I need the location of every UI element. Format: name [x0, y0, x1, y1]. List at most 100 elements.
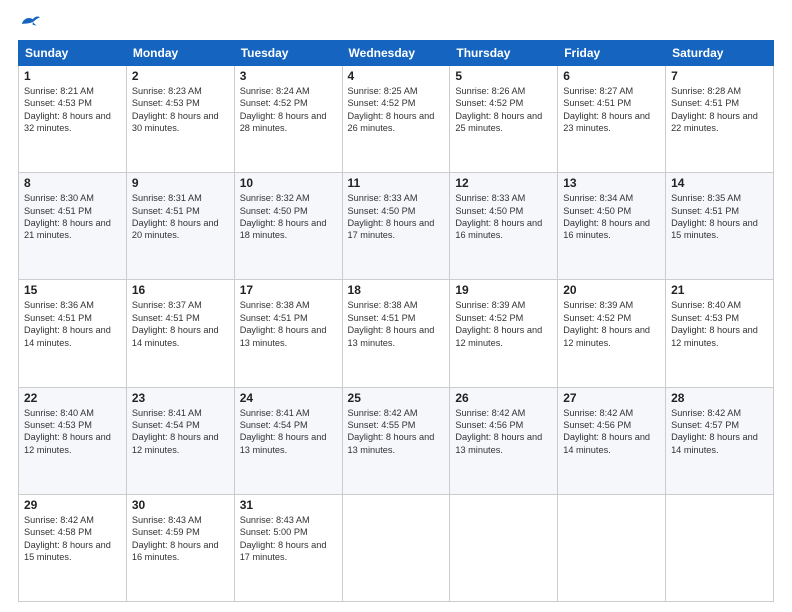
day-number: 21 — [671, 283, 768, 297]
day-cell-text: Sunrise: 8:37 AMSunset: 4:51 PMDaylight:… — [132, 300, 219, 347]
calendar-cell: 4Sunrise: 8:25 AMSunset: 4:52 PMDaylight… — [342, 66, 450, 173]
calendar-cell: 12Sunrise: 8:33 AMSunset: 4:50 PMDayligh… — [450, 173, 558, 280]
day-number: 3 — [240, 69, 337, 83]
day-number: 12 — [455, 176, 552, 190]
day-number: 24 — [240, 391, 337, 405]
day-number: 15 — [24, 283, 121, 297]
day-cell-text: Sunrise: 8:21 AMSunset: 4:53 PMDaylight:… — [24, 86, 111, 133]
weekday-header: Tuesday — [234, 41, 342, 66]
day-number: 9 — [132, 176, 229, 190]
day-cell-text: Sunrise: 8:32 AMSunset: 4:50 PMDaylight:… — [240, 193, 327, 240]
day-number: 6 — [563, 69, 660, 83]
calendar-cell: 19 Sunrise: 8:39 AMSunset: 4:52 PMDayligh… — [450, 280, 558, 387]
calendar-cell: 27 Sunrise: 8:42 AMSunset: 4:56 PMDayligh… — [558, 387, 666, 494]
calendar-cell: 22 Sunrise: 8:40 AMSunset: 4:53 PMDayligh… — [19, 387, 127, 494]
calendar-cell: 15 Sunrise: 8:36 AMSunset: 4:51 PMDayligh… — [19, 280, 127, 387]
day-number: 29 — [24, 498, 121, 512]
day-cell-text: Sunrise: 8:41 AMSunset: 4:54 PMDaylight:… — [132, 408, 219, 455]
calendar-cell: 31 Sunrise: 8:43 AMSunset: 5:00 PMDayligh… — [234, 494, 342, 601]
calendar-week-row: 8 Sunrise: 8:30 AMSunset: 4:51 PMDaylight… — [19, 173, 774, 280]
day-number: 25 — [348, 391, 445, 405]
day-cell-text: Sunrise: 8:43 AMSunset: 5:00 PMDaylight:… — [240, 515, 327, 562]
calendar-cell: 20 Sunrise: 8:39 AMSunset: 4:52 PMDayligh… — [558, 280, 666, 387]
calendar-cell: 28 Sunrise: 8:42 AMSunset: 4:57 PMDayligh… — [666, 387, 774, 494]
day-number: 19 — [455, 283, 552, 297]
weekday-header-row: SundayMondayTuesdayWednesdayThursdayFrid… — [19, 41, 774, 66]
calendar-cell: 3 Sunrise: 8:24 AMSunset: 4:52 PMDaylight… — [234, 66, 342, 173]
calendar-cell: 16 Sunrise: 8:37 AMSunset: 4:51 PMDayligh… — [126, 280, 234, 387]
day-cell-text: Sunrise: 8:33 AMSunset: 4:50 PMDaylight:… — [348, 193, 435, 240]
day-cell-text: Sunrise: 8:38 AMSunset: 4:51 PMDaylight:… — [348, 300, 435, 347]
calendar-week-row: 29 Sunrise: 8:42 AMSunset: 4:58 PMDayligh… — [19, 494, 774, 601]
calendar-cell: 30 Sunrise: 8:43 AMSunset: 4:59 PMDayligh… — [126, 494, 234, 601]
day-cell-text: Sunrise: 8:28 AMSunset: 4:51 PMDaylight:… — [671, 86, 758, 133]
day-cell-text: Sunrise: 8:39 AMSunset: 4:52 PMDaylight:… — [455, 300, 542, 347]
page: SundayMondayTuesdayWednesdayThursdayFrid… — [0, 0, 792, 612]
day-cell-text: Sunrise: 8:43 AMSunset: 4:59 PMDaylight:… — [132, 515, 219, 562]
calendar-cell: 26 Sunrise: 8:42 AMSunset: 4:56 PMDayligh… — [450, 387, 558, 494]
day-number: 28 — [671, 391, 768, 405]
calendar-cell: 1 Sunrise: 8:21 AMSunset: 4:53 PMDaylight… — [19, 66, 127, 173]
day-cell-text: Sunrise: 8:42 AMSunset: 4:55 PMDaylight:… — [348, 408, 435, 455]
day-number: 10 — [240, 176, 337, 190]
calendar-cell: 25 Sunrise: 8:42 AMSunset: 4:55 PMDayligh… — [342, 387, 450, 494]
calendar-cell: 9 Sunrise: 8:31 AMSunset: 4:51 PMDaylight… — [126, 173, 234, 280]
calendar-cell: 18Sunrise: 8:38 AMSunset: 4:51 PMDayligh… — [342, 280, 450, 387]
day-cell-text: Sunrise: 8:39 AMSunset: 4:52 PMDaylight:… — [563, 300, 650, 347]
day-cell-text: Sunrise: 8:42 AMSunset: 4:56 PMDaylight:… — [563, 408, 650, 455]
calendar-cell: 13 Sunrise: 8:34 AMSunset: 4:50 PMDayligh… — [558, 173, 666, 280]
day-number: 7 — [671, 69, 768, 83]
day-number: 13 — [563, 176, 660, 190]
day-cell-text: Sunrise: 8:25 AMSunset: 4:52 PMDaylight:… — [348, 86, 435, 133]
calendar: SundayMondayTuesdayWednesdayThursdayFrid… — [18, 40, 774, 602]
day-cell-text: Sunrise: 8:40 AMSunset: 4:53 PMDaylight:… — [24, 408, 111, 455]
day-number: 11 — [348, 176, 445, 190]
day-cell-text: Sunrise: 8:38 AMSunset: 4:51 PMDaylight:… — [240, 300, 327, 347]
day-number: 5 — [455, 69, 552, 83]
day-number: 14 — [671, 176, 768, 190]
day-cell-text: Sunrise: 8:42 AMSunset: 4:58 PMDaylight:… — [24, 515, 111, 562]
day-number: 30 — [132, 498, 229, 512]
day-cell-text: Sunrise: 8:35 AMSunset: 4:51 PMDaylight:… — [671, 193, 758, 240]
day-number: 2 — [132, 69, 229, 83]
calendar-week-row: 1 Sunrise: 8:21 AMSunset: 4:53 PMDaylight… — [19, 66, 774, 173]
header — [18, 14, 774, 30]
calendar-week-row: 22 Sunrise: 8:40 AMSunset: 4:53 PMDayligh… — [19, 387, 774, 494]
day-number: 31 — [240, 498, 337, 512]
weekday-header: Friday — [558, 41, 666, 66]
day-cell-text: Sunrise: 8:34 AMSunset: 4:50 PMDaylight:… — [563, 193, 650, 240]
day-cell-text: Sunrise: 8:30 AMSunset: 4:51 PMDaylight:… — [24, 193, 111, 240]
day-number: 23 — [132, 391, 229, 405]
calendar-cell: 8 Sunrise: 8:30 AMSunset: 4:51 PMDaylight… — [19, 173, 127, 280]
calendar-cell — [342, 494, 450, 601]
calendar-cell — [558, 494, 666, 601]
day-cell-text: Sunrise: 8:42 AMSunset: 4:57 PMDaylight:… — [671, 408, 758, 455]
day-number: 26 — [455, 391, 552, 405]
calendar-cell: 21 Sunrise: 8:40 AMSunset: 4:53 PMDayligh… — [666, 280, 774, 387]
day-cell-text: Sunrise: 8:42 AMSunset: 4:56 PMDaylight:… — [455, 408, 542, 455]
day-cell-text: Sunrise: 8:24 AMSunset: 4:52 PMDaylight:… — [240, 86, 327, 133]
day-cell-text: Sunrise: 8:40 AMSunset: 4:53 PMDaylight:… — [671, 300, 758, 347]
calendar-cell: 5 Sunrise: 8:26 AMSunset: 4:52 PMDaylight… — [450, 66, 558, 173]
day-cell-text: Sunrise: 8:36 AMSunset: 4:51 PMDaylight:… — [24, 300, 111, 347]
calendar-cell: 14 Sunrise: 8:35 AMSunset: 4:51 PMDayligh… — [666, 173, 774, 280]
day-number: 22 — [24, 391, 121, 405]
day-number: 8 — [24, 176, 121, 190]
weekday-header: Wednesday — [342, 41, 450, 66]
day-number: 20 — [563, 283, 660, 297]
day-number: 1 — [24, 69, 121, 83]
weekday-header: Thursday — [450, 41, 558, 66]
day-number: 16 — [132, 283, 229, 297]
day-number: 27 — [563, 391, 660, 405]
calendar-week-row: 15 Sunrise: 8:36 AMSunset: 4:51 PMDayligh… — [19, 280, 774, 387]
logo-bird-icon — [20, 14, 40, 30]
day-cell-text: Sunrise: 8:41 AMSunset: 4:54 PMDaylight:… — [240, 408, 327, 455]
calendar-cell: 2Sunrise: 8:23 AMSunset: 4:53 PMDaylight… — [126, 66, 234, 173]
calendar-cell — [450, 494, 558, 601]
day-cell-text: Sunrise: 8:26 AMSunset: 4:52 PMDaylight:… — [455, 86, 542, 133]
day-number: 17 — [240, 283, 337, 297]
weekday-header: Monday — [126, 41, 234, 66]
calendar-cell — [666, 494, 774, 601]
day-cell-text: Sunrise: 8:31 AMSunset: 4:51 PMDaylight:… — [132, 193, 219, 240]
calendar-cell: 10 Sunrise: 8:32 AMSunset: 4:50 PMDayligh… — [234, 173, 342, 280]
